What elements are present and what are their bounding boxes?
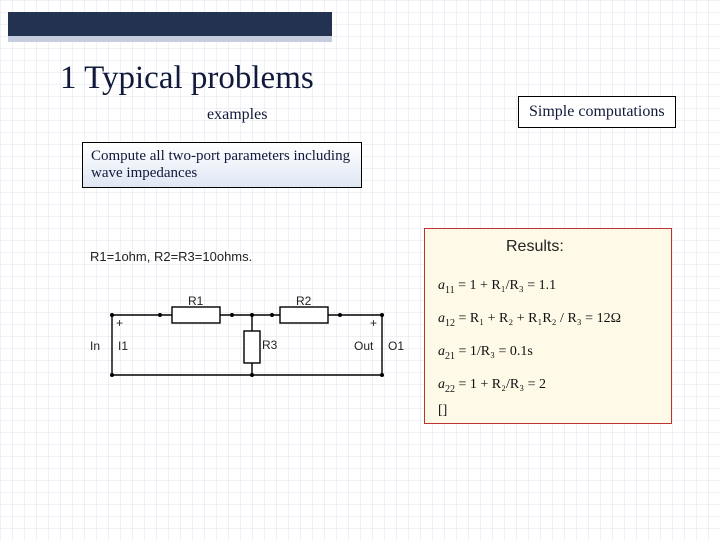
circuit-values-caption: R1=1ohm, R2=R3=10ohms. — [90, 249, 252, 264]
plus-left: + — [116, 316, 123, 330]
eq-a12: a12 = R₁ + R₂ + R₁R₂ / R₃ = 12Ω — [438, 311, 621, 329]
results-title: Results: — [506, 238, 564, 256]
r1-label: R1 — [188, 295, 204, 308]
i1-label: I1 — [118, 339, 128, 353]
simple-computations-box: Simple computations — [518, 96, 676, 128]
eq-bracket: [] — [438, 403, 447, 419]
slide-subtitle: examples — [207, 106, 267, 124]
header-bar — [8, 12, 332, 42]
r3-label: R3 — [262, 338, 278, 352]
task-statement-box: Compute all two-port parameters includin… — [82, 142, 362, 188]
slide-title: 1 Typical problems — [60, 60, 314, 97]
out-port-label: Out — [354, 339, 374, 353]
circuit-diagram: R1 R2 R3 + + In I1 Out O1 — [82, 295, 412, 405]
eq-a11: a11 = 1 + R₁/R₃ = 1.1 — [438, 278, 556, 296]
eq-a22: a22 = 1 + R₂/R₃ = 2 — [438, 377, 546, 395]
r2-label: R2 — [296, 295, 312, 308]
plus-right: + — [370, 316, 377, 330]
eq-a21: a21 = 1/R₃ = 0.1s — [438, 344, 533, 362]
in-port-label: In — [90, 339, 100, 353]
o1-label: O1 — [388, 339, 404, 353]
